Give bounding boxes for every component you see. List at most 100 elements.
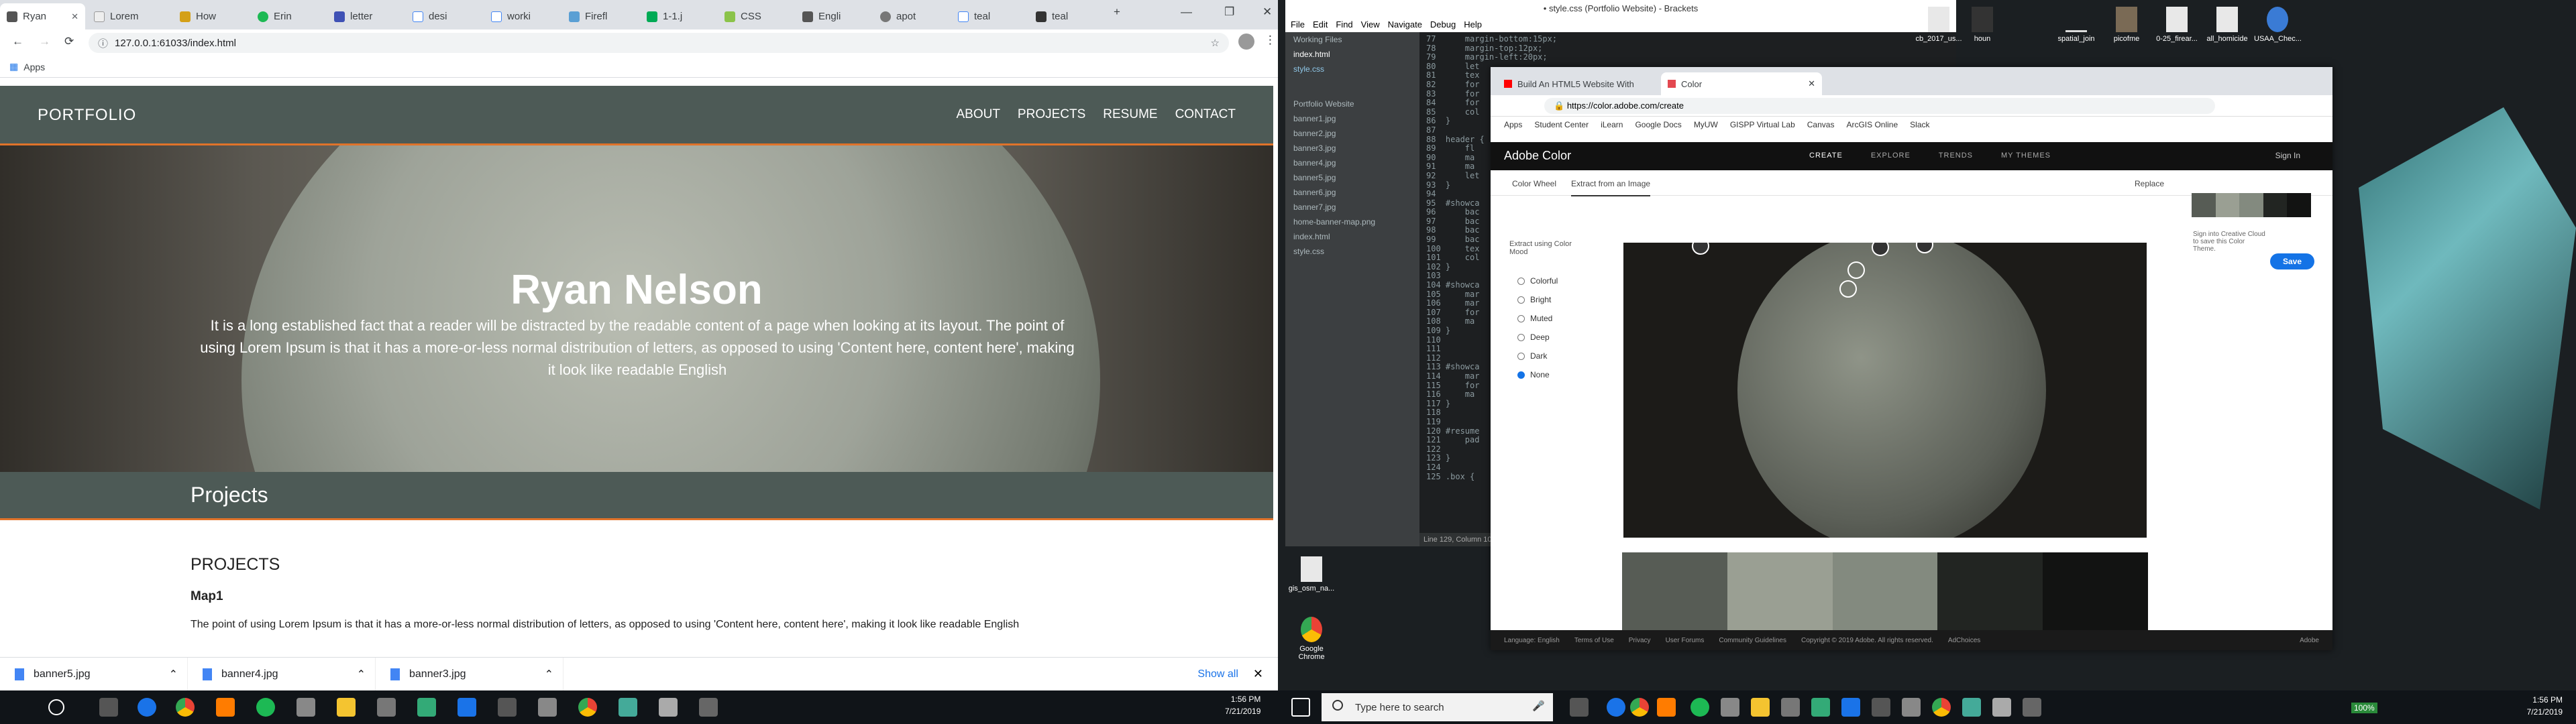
app-icon[interactable] — [417, 698, 436, 717]
url-input[interactable]: ⓘ 127.0.0.1:61033/index.html ☆ — [89, 33, 1229, 53]
left-clock[interactable]: 1:56 PM 7/21/2019 — [1225, 693, 1260, 717]
desktop-icon[interactable]: all_homicide — [2204, 7, 2251, 43]
app-icon[interactable] — [1721, 698, 1739, 717]
system-clock[interactable]: 1:56 PM 7/21/2019 — [2527, 694, 2563, 718]
desktop-icon[interactable]: houn — [1959, 7, 2006, 43]
bookmark[interactable]: iLearn — [1601, 120, 1623, 129]
bookmark[interactable]: GISPP Virtual Lab — [1730, 120, 1795, 129]
desktop-icon[interactable]: gis_osm_na... — [1288, 556, 1335, 593]
avatar[interactable] — [1238, 34, 1254, 50]
illustrator-icon[interactable] — [216, 698, 235, 717]
footer-link[interactable]: Community Guidelines — [1719, 637, 1786, 644]
working-file[interactable]: style.css — [1285, 62, 1419, 76]
tab-lorem[interactable]: Lorem — [87, 3, 172, 29]
footer-language[interactable]: Language: English — [1504, 637, 1560, 644]
nav-contact[interactable]: CONTACT — [1175, 107, 1236, 122]
app-icon[interactable] — [458, 698, 476, 717]
chrome-icon[interactable] — [1932, 698, 1951, 717]
color-swatch[interactable] — [1832, 552, 1938, 633]
color-swatch[interactable] — [1727, 552, 1833, 633]
app-icon[interactable] — [1607, 698, 1625, 717]
project-file[interactable]: banner2.jpg — [1285, 126, 1419, 141]
photos-icon[interactable] — [2023, 698, 2041, 717]
tab-how[interactable]: How — [173, 3, 258, 29]
app-icon[interactable] — [1962, 698, 1981, 717]
color-picker-handle[interactable] — [1839, 280, 1857, 298]
desktop-icon[interactable]: cb_2017_us... — [1915, 7, 1962, 43]
nav-about[interactable]: ABOUT — [956, 107, 1000, 122]
app-icon[interactable] — [1902, 698, 1921, 717]
app-icon[interactable] — [659, 698, 678, 717]
project-file[interactable]: banner1.jpg — [1285, 111, 1419, 126]
apps-grid-icon[interactable]: ▦ — [9, 61, 18, 72]
project-file[interactable]: index.html — [1285, 229, 1419, 244]
project-file[interactable]: banner5.jpg — [1285, 170, 1419, 185]
mood-dark[interactable]: Dark — [1517, 351, 1547, 361]
project-file[interactable]: banner7.jpg — [1285, 200, 1419, 215]
task-view-icon[interactable] — [99, 698, 118, 717]
app-icon[interactable] — [498, 698, 517, 717]
desktop-icon[interactable]: picofme — [2103, 7, 2150, 43]
microphone-icon[interactable]: 🎤 — [1532, 700, 1545, 712]
download-item[interactable]: banner3.jpg ⌃ — [376, 657, 564, 690]
store-icon[interactable] — [377, 698, 396, 717]
color-picker-handle[interactable] — [1847, 261, 1865, 279]
cortana-icon[interactable] — [48, 699, 64, 715]
url-input[interactable]: 🔒 https://color.adobe.com/create — [1544, 98, 2215, 114]
bookmark[interactable]: Apps — [1504, 120, 1522, 129]
tab-extract-image[interactable]: Extract from an Image — [1571, 179, 1651, 196]
download-item[interactable]: banner4.jpg ⌃ — [188, 657, 376, 690]
app-icon[interactable] — [297, 698, 315, 717]
bookmark[interactable]: MyUW — [1694, 120, 1718, 129]
minimize-icon[interactable]: — — [1181, 5, 1192, 19]
illustrator-icon[interactable] — [1657, 698, 1676, 717]
bookmark[interactable]: Google Docs — [1635, 120, 1681, 129]
app-icon[interactable] — [619, 698, 637, 717]
download-item[interactable]: banner5.jpg ⌃ — [0, 657, 188, 690]
show-all-button[interactable]: Show all — [1197, 668, 1238, 680]
bookmark[interactable]: Slack — [1910, 120, 1929, 129]
project-label[interactable]: Portfolio Website — [1285, 97, 1419, 111]
tab-teal-1[interactable]: teal — [951, 3, 1036, 29]
chevron-up-icon[interactable]: ⌃ — [357, 668, 366, 681]
file-explorer-icon[interactable] — [337, 698, 356, 717]
tab-css[interactable]: CSS — [718, 3, 803, 29]
close-window-icon[interactable]: ✕ — [1263, 5, 1272, 19]
menu-navigate[interactable]: Navigate — [1388, 17, 1422, 32]
project-file[interactable]: banner3.jpg — [1285, 141, 1419, 156]
bookmark[interactable]: ArcGIS Online — [1846, 120, 1898, 129]
sign-in-link[interactable]: Sign In — [2275, 151, 2300, 160]
bookmark[interactable]: Canvas — [1807, 120, 1835, 129]
nav-create[interactable]: CREATE — [1809, 152, 1843, 160]
star-icon[interactable]: ☆ — [1211, 37, 1220, 49]
nav-explore[interactable]: EXPLORE — [1871, 152, 1911, 160]
menu-find[interactable]: Find — [1336, 17, 1352, 32]
mood-deep[interactable]: Deep — [1517, 333, 1550, 342]
tab-teal-2[interactable]: teal — [1029, 3, 1114, 29]
menu-icon[interactable]: ⋮ — [1265, 34, 1276, 47]
maximize-icon[interactable]: ❐ — [1224, 5, 1234, 19]
battery-indicator[interactable]: 100% — [2351, 703, 2377, 713]
desktop-icon[interactable]: spatial_join — [2053, 7, 2100, 43]
mood-none[interactable]: None — [1517, 370, 1550, 379]
project-file[interactable]: style.css — [1285, 244, 1419, 259]
menu-view[interactable]: View — [1361, 17, 1380, 32]
new-tab-icon[interactable]: + — [1114, 5, 1120, 19]
close-icon[interactable]: ✕ — [1253, 667, 1263, 681]
reload-icon[interactable]: ⟳ — [64, 35, 74, 48]
color-swatch[interactable] — [2043, 552, 2148, 633]
color-swatch[interactable] — [1937, 552, 2043, 633]
menu-file[interactable]: File — [1291, 17, 1305, 32]
forward-icon[interactable]: → — [39, 35, 50, 48]
desktop-icon[interactable]: 0-25_firear... — [2153, 7, 2200, 43]
footer-link[interactable]: AdChoices — [1948, 637, 1980, 644]
menu-help[interactable]: Help — [1464, 17, 1482, 32]
windows-start-icon[interactable] — [1291, 698, 1310, 717]
mood-colorful[interactable]: Colorful — [1517, 276, 1558, 286]
desktop-icon[interactable]: USAA_Chec... — [2254, 7, 2302, 43]
chrome-icon[interactable] — [578, 698, 597, 717]
tab-build-website[interactable]: Build An HTML5 Website With — [1497, 72, 1658, 95]
spotify-icon[interactable] — [1690, 698, 1709, 717]
working-file[interactable]: index.html — [1285, 47, 1419, 62]
tab-firefl[interactable]: Firefl — [562, 3, 647, 29]
